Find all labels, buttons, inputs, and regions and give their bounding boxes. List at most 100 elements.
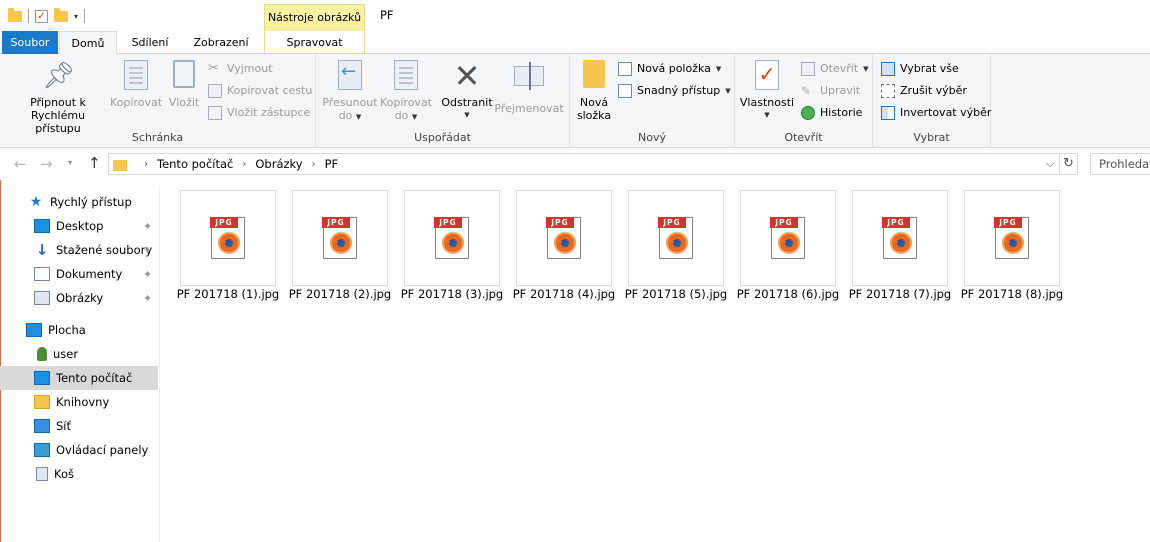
paste-button[interactable]: Vložit: [166, 60, 202, 109]
breadcrumb-pf[interactable]: PF: [325, 157, 339, 171]
nav-label: Ovládací panely: [56, 443, 149, 457]
eye-icon: [666, 232, 688, 254]
properties-check-icon[interactable]: ✓: [35, 9, 48, 23]
tab-home[interactable]: Domů: [59, 31, 117, 55]
desktop-icon: [34, 219, 50, 233]
rename-button[interactable]: Přejmenovat: [494, 60, 564, 115]
recent-locations-chevron-icon[interactable]: ▾: [68, 158, 72, 167]
easy-access-button[interactable]: Snadný přístup ▼: [618, 81, 731, 101]
group-label-new: Nový: [638, 131, 666, 144]
nav-desktop-root[interactable]: Plocha: [0, 318, 158, 342]
properties-icon: ✓: [755, 60, 779, 90]
nav-documents[interactable]: Dokumenty ✦: [0, 262, 158, 286]
jpg-file-icon: JPG: [994, 217, 1029, 259]
file-item[interactable]: JPG PF 201718 (1).jpg: [177, 190, 292, 306]
copy-path-button[interactable]: Kopírovat cestu: [208, 81, 312, 101]
nav-control-panel[interactable]: Ovládací panely: [0, 438, 158, 462]
tab-manage[interactable]: Spravovat: [264, 31, 365, 54]
new-folder-button[interactable]: Nová složka: [574, 60, 614, 122]
paste-shortcut-button[interactable]: Vložit zástupce: [208, 103, 310, 123]
pin-icon: 📌︎: [42, 61, 76, 91]
jpg-file-icon: JPG: [434, 217, 469, 259]
delete-button[interactable]: ✕ Odstranit ▼: [440, 60, 494, 122]
nav-recycle-bin[interactable]: Koš: [0, 462, 158, 486]
tab-file[interactable]: Soubor: [2, 31, 58, 54]
file-item[interactable]: JPG PF 201718 (7).jpg: [849, 190, 964, 306]
title-bar: [0, 0, 1150, 31]
nav-label: Obrázky: [56, 291, 104, 305]
file-thumbnail: JPG: [628, 190, 724, 286]
back-arrow-icon[interactable]: ←: [14, 155, 27, 173]
move-to-button[interactable]: Přesunout do ▼: [320, 60, 380, 124]
copy-button[interactable]: Kopírovat: [110, 60, 162, 109]
search-input[interactable]: Prohledat: [1090, 153, 1150, 175]
nav-pictures[interactable]: Obrázky ✦: [0, 286, 158, 310]
quick-access-toolbar: ✓ ▾: [8, 6, 86, 26]
up-arrow-icon[interactable]: ↑: [88, 154, 101, 172]
file-item[interactable]: JPG PF 201718 (4).jpg: [513, 190, 628, 306]
history-button[interactable]: Historie: [801, 103, 862, 123]
file-item[interactable]: JPG PF 201718 (5).jpg: [625, 190, 740, 306]
address-bar[interactable]: › Tento počítač › Obrázky › PF: [108, 153, 1060, 175]
file-name: PF 201718 (2).jpg: [288, 287, 392, 301]
new-folder-icon: [583, 60, 605, 88]
select-none-button[interactable]: Zrušit výběr: [881, 81, 967, 101]
nav-this-pc[interactable]: Tento počítač: [0, 366, 158, 390]
control-panel-icon: [34, 443, 50, 457]
properties-button[interactable]: ✓ Vlastnosti ▼: [739, 60, 795, 122]
select-all-button[interactable]: Vybrat vše: [881, 59, 959, 79]
file-type-tag: JPG: [658, 217, 686, 228]
invert-selection-label: Invertovat výběr: [900, 106, 992, 119]
open-label: Otevřít: [820, 62, 859, 75]
download-icon: ↓: [35, 241, 49, 259]
address-dropdown-chevron-icon[interactable]: ⌵: [1046, 157, 1054, 171]
scissors-icon: ✂: [208, 61, 219, 76]
nav-quick-access[interactable]: ★ Rychlý přístup: [0, 190, 158, 214]
nav-downloads[interactable]: ↓ Stažené soubory ✦: [0, 238, 158, 262]
file-item[interactable]: JPG PF 201718 (6).jpg: [737, 190, 852, 306]
select-none-label: Zrušit výběr: [900, 84, 967, 97]
file-item[interactable]: JPG PF 201718 (3).jpg: [401, 190, 516, 306]
file-thumbnail: JPG: [292, 190, 388, 286]
user-icon: [37, 347, 47, 361]
new-item-button[interactable]: Nová položka ▼: [618, 59, 721, 79]
open-button[interactable]: Otevřít ▼: [801, 59, 869, 79]
copy-to-button[interactable]: Kopírovat do ▼: [378, 60, 434, 124]
breadcrumb-pictures[interactable]: Obrázky: [255, 157, 302, 171]
group-select: Vybrat vše Zrušit výběr Invertovat výběr…: [873, 54, 991, 148]
customize-toolbar-icon[interactable]: ▾: [74, 12, 78, 21]
forward-arrow-icon[interactable]: →: [40, 155, 53, 173]
nav-label: Desktop: [56, 219, 104, 233]
edit-button[interactable]: ✎ Upravit: [801, 81, 860, 101]
file-item[interactable]: JPG PF 201718 (8).jpg: [961, 190, 1076, 306]
toolbar-separator: [84, 9, 86, 23]
folder-icon: [8, 8, 22, 23]
breadcrumb-this-pc[interactable]: Tento počítač: [157, 157, 233, 171]
file-thumbnail: JPG: [516, 190, 612, 286]
nav-label: Stažené soubory: [56, 243, 153, 257]
file-item[interactable]: JPG PF 201718 (2).jpg: [289, 190, 404, 306]
nav-network[interactable]: Síť: [0, 414, 158, 438]
file-thumbnail: JPG: [404, 190, 500, 286]
new-folder-icon[interactable]: [54, 8, 68, 23]
nav-user[interactable]: user: [0, 342, 158, 366]
pencil-icon: ✎: [801, 84, 812, 98]
tab-share[interactable]: Sdílení: [125, 31, 175, 54]
nav-libraries[interactable]: Knihovny: [0, 390, 158, 414]
copy-path-label: Kopírovat cestu: [227, 84, 313, 97]
invert-selection-button[interactable]: Invertovat výběr: [881, 103, 991, 123]
move-label-2: do: [338, 109, 353, 122]
pin-label-1: Připnout k: [30, 96, 86, 109]
jpg-file-icon: JPG: [210, 217, 245, 259]
pin-quick-access-button[interactable]: 📌︎ Připnout k Rychlému přístupu: [8, 60, 108, 135]
cut-button[interactable]: ✂ Vyjmout: [208, 59, 273, 79]
documents-icon: [34, 267, 50, 281]
eye-icon: [554, 232, 576, 254]
tab-view[interactable]: Zobrazení: [188, 31, 254, 54]
paste-icon: [173, 60, 195, 88]
nav-desktop[interactable]: Desktop ✦: [0, 214, 158, 238]
nav-label: user: [53, 347, 79, 361]
group-clipboard: 📌︎ Připnout k Rychlému přístupu Kopírova…: [0, 54, 316, 148]
select-all-label: Vybrat vše: [900, 62, 959, 75]
refresh-icon[interactable]: ↻: [1060, 153, 1078, 175]
